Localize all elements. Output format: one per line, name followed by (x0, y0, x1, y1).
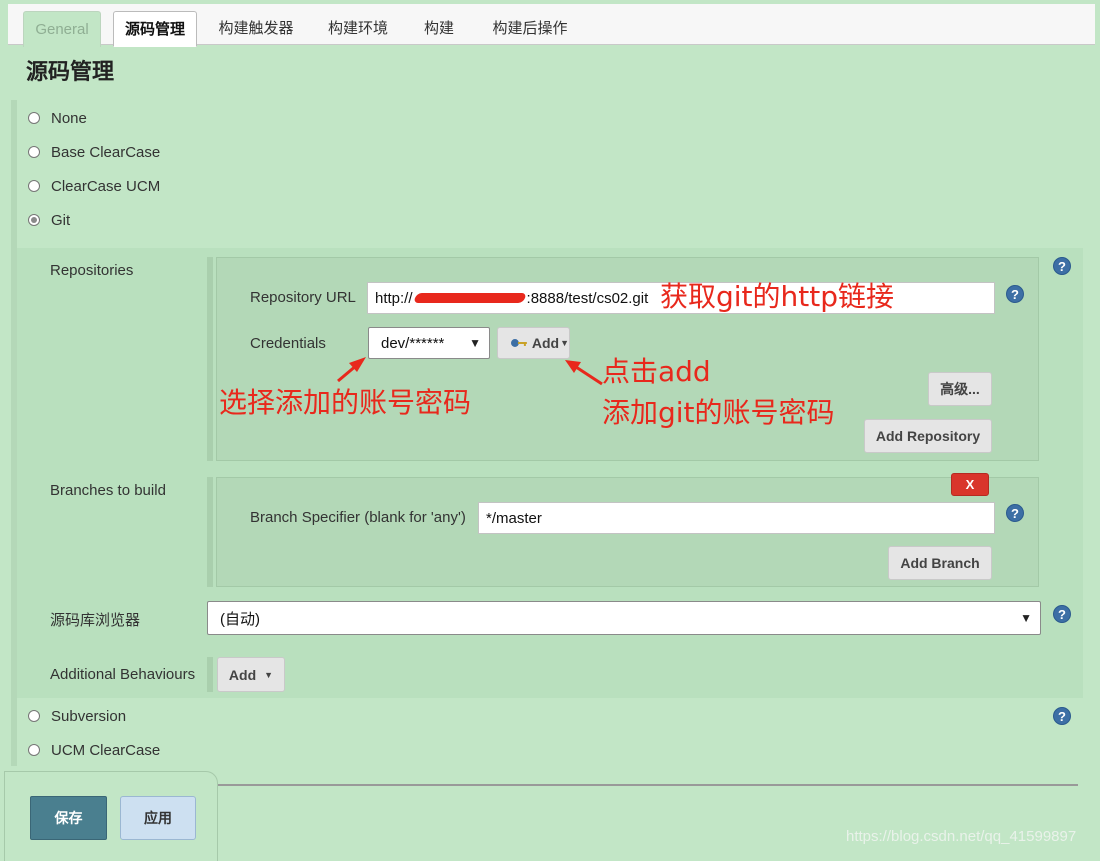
apply-button[interactable]: 应用 (120, 796, 196, 840)
divider (218, 784, 1078, 786)
annotation-arrows (337, 357, 603, 386)
arrow-to-credentials (337, 357, 366, 383)
arrow-to-add-button (565, 360, 603, 386)
watermark: https://blog.csdn.net/qq_41599897 (846, 828, 1077, 845)
save-button[interactable]: 保存 (30, 796, 107, 840)
